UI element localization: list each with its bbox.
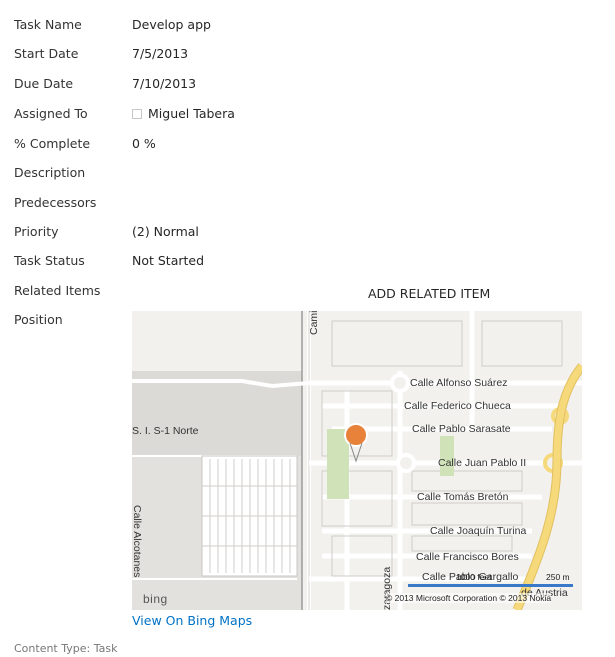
field-label: Related Items [14,283,101,298]
street-label: Calle Alcotanes [132,505,143,578]
assigned-user-name[interactable]: Miguel Tabera [148,106,235,121]
street-label: Cami [308,311,320,335]
street-label: zaragoza [381,566,393,610]
map-copyright: © 2013 Microsoft Corporation © 2013 Noki… [386,593,552,603]
field-value: Develop app [132,17,211,32]
field-label: % Complete [14,136,91,151]
field-label: Start Date [14,46,79,61]
field-label: Assigned To [14,106,88,121]
field-label: Due Date [14,76,74,91]
field-label: Predecessors [14,195,97,210]
field-value: Not Started [132,253,205,268]
field-value: 7/5/2013 [132,46,189,61]
field-label: Task Status [14,253,85,268]
field-label: Description [14,165,86,180]
street-label: Calle Federico Chueca [404,400,511,412]
street-label: Calle Pablo Sarasate [412,423,511,435]
field-value: 7/10/2013 [132,76,197,91]
field-label: Position [14,312,63,327]
field-label: Task Name [14,17,82,32]
assigned-user[interactable]: Miguel Tabera [132,104,235,124]
bing-map[interactable]: Cami Calle Alfonso Suárez Calle Federico… [132,311,582,610]
scale-bar [408,584,573,587]
field-value: (2) Normal [132,224,199,239]
street-label: Calle Tomás Bretón [417,491,509,503]
field-label: Priority [14,224,59,239]
scale-feet-label: 1000 feet [456,572,492,582]
bing-logo: bing [143,592,168,606]
street-label: Calle Juan Pablo II [438,457,527,469]
street-label: Calle Alfonso Suárez [410,377,508,389]
content-type-label: Content Type: Task [14,642,118,655]
street-label: Calle Francisco Bores [416,551,519,563]
presence-indicator-icon [132,108,142,119]
add-related-item-link[interactable]: ADD RELATED ITEM [368,284,490,304]
scale-meters-label: 250 m [546,572,570,582]
view-on-bing-maps-link[interactable]: View On Bing Maps [132,611,252,631]
field-value: 0 % [132,136,156,151]
street-label: Calle Joaquín Turina [430,525,527,537]
street-label: S. I. S-1 Norte [132,425,199,437]
